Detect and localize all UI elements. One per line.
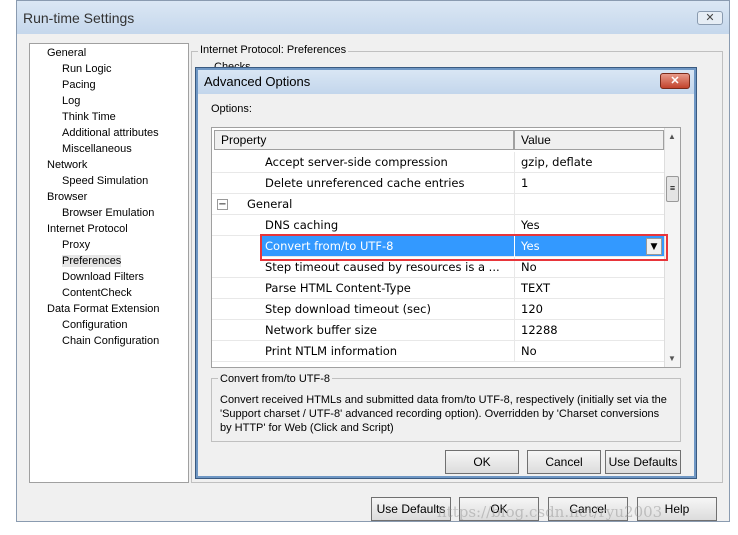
tree-item[interactable]: Log xyxy=(62,95,80,107)
group-row[interactable]: − General xyxy=(212,194,664,215)
tree-item[interactable]: Preferences xyxy=(62,255,122,267)
property-row[interactable]: Step download timeout (sec) 120 xyxy=(212,299,664,320)
tree-item[interactable]: General xyxy=(47,47,86,59)
highlight-box xyxy=(260,234,668,261)
column-divider xyxy=(514,152,515,173)
property-value: gzip, deflate xyxy=(521,155,593,169)
property-name: Print NTLM information xyxy=(265,344,398,358)
column-divider xyxy=(514,215,515,236)
property-row[interactable]: Accept server-side compression gzip, defl… xyxy=(212,152,664,173)
column-divider xyxy=(514,320,515,341)
property-column-header[interactable]: Property xyxy=(214,130,514,150)
property-name: DNS caching xyxy=(265,218,339,232)
column-divider xyxy=(514,299,515,320)
advanced-options-dialog: Advanced Options ✕ Options: Property Val… xyxy=(196,68,696,478)
value-column-header[interactable]: Value xyxy=(514,130,664,150)
property-row[interactable]: Print NTLM information No xyxy=(212,341,664,362)
tree-item[interactable]: Think Time xyxy=(62,111,116,123)
scroll-up-icon[interactable]: ▲ xyxy=(668,132,676,141)
tree-item[interactable]: Browser Emulation xyxy=(62,207,154,219)
options-label: Options: xyxy=(211,103,252,115)
tree-item[interactable]: Run Logic xyxy=(62,63,112,75)
scroll-down-icon[interactable]: ▼ xyxy=(668,354,676,363)
collapse-toggle-icon[interactable]: − xyxy=(217,199,228,210)
property-value: TEXT xyxy=(521,281,550,295)
description-text: Convert received HTMLs and submitted dat… xyxy=(220,394,667,434)
property-row[interactable]: Delete unreferenced cache entries 1 xyxy=(212,173,664,194)
property-name: Network buffer size xyxy=(265,323,377,337)
property-value: 120 xyxy=(521,302,543,316)
tree-item[interactable]: Speed Simulation xyxy=(62,175,148,187)
property-value: No xyxy=(521,260,537,274)
settings-tree[interactable]: General Run Logic Pacing Log Think Time Addit… xyxy=(29,43,189,483)
column-divider xyxy=(514,278,515,299)
dialog-title: Advanced Options xyxy=(198,70,694,94)
tree-item[interactable]: Browser xyxy=(47,191,87,203)
tree-item[interactable]: Configuration xyxy=(62,319,127,331)
tree-item[interactable]: Data Format Extension xyxy=(47,303,160,315)
column-divider xyxy=(514,173,515,194)
tree-item[interactable]: Additional attributes xyxy=(62,127,159,139)
tree-item[interactable]: Network xyxy=(47,159,87,171)
property-name: Parse HTML Content-Type xyxy=(265,281,411,295)
column-divider xyxy=(514,194,515,215)
property-value: 1 xyxy=(521,176,529,190)
property-name: General xyxy=(247,197,293,211)
property-row[interactable]: DNS caching Yes xyxy=(212,215,664,236)
property-name: Step download timeout (sec) xyxy=(265,302,431,316)
property-value: Yes xyxy=(521,218,540,232)
watermark: https://blog.csdn.net/ryu2003 xyxy=(437,503,663,521)
description-title: Convert from/to UTF-8 xyxy=(218,372,333,386)
property-name: Accept server-side compression xyxy=(265,155,448,169)
tree-item[interactable]: Miscellaneous xyxy=(62,143,132,155)
tree-item[interactable]: Pacing xyxy=(62,79,96,91)
tree-item[interactable]: Download Filters xyxy=(62,271,144,283)
property-row[interactable]: Parse HTML Content-Type TEXT xyxy=(212,278,664,299)
tree-item[interactable]: ContentCheck xyxy=(62,287,132,299)
property-row[interactable]: Network buffer size 12288 xyxy=(212,320,664,341)
panel-title: Internet Protocol: Preferences xyxy=(198,44,349,56)
tree-item[interactable]: Proxy xyxy=(62,239,90,251)
property-value: No xyxy=(521,344,537,358)
property-name: Step timeout caused by resources is a ..… xyxy=(265,260,500,274)
dialog-close-button[interactable]: ✕ xyxy=(660,73,690,89)
tree-item[interactable]: Internet Protocol xyxy=(47,223,128,235)
window-close-button[interactable]: ✕ xyxy=(697,11,723,25)
column-divider xyxy=(514,341,515,362)
property-value: 12288 xyxy=(521,323,558,337)
property-name: Delete unreferenced cache entries xyxy=(265,176,465,190)
dialog-use-defaults-button[interactable]: Use Defaults xyxy=(605,450,681,474)
scroll-thumb[interactable]: ≡ xyxy=(666,176,679,202)
dialog-ok-button[interactable]: OK xyxy=(445,450,519,474)
tree-item[interactable]: Chain Configuration xyxy=(62,335,159,347)
dialog-cancel-button[interactable]: Cancel xyxy=(527,450,601,474)
description-box: Convert from/to UTF-8 Convert received H… xyxy=(211,372,681,442)
window-title: Run-time Settings xyxy=(17,1,729,34)
